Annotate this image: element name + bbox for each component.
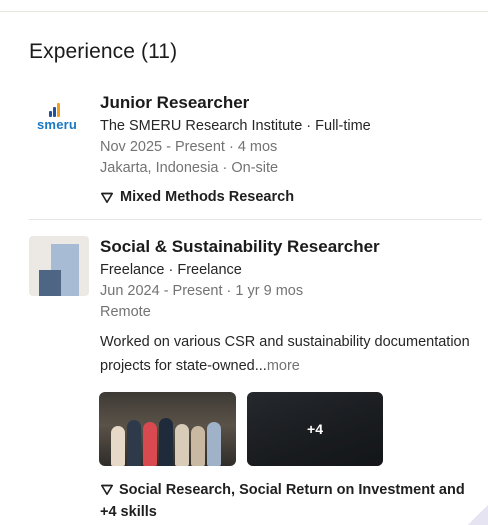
corner-decoration: [468, 505, 488, 525]
company-line: The SMERU Research Institute · Full-time: [100, 118, 371, 134]
location: Remote: [100, 304, 151, 320]
location: Jakarta, Indonesia · On-site: [100, 160, 279, 176]
date-range: Jun 2024 - Present · 1 yr 9 mos: [100, 283, 304, 299]
smeru-bars-icon: [49, 103, 63, 117]
entry-divider: [29, 219, 482, 220]
section-title: Experience (11): [29, 40, 178, 63]
experience-page: Experience (11) smeru Junior Researcher …: [0, 0, 488, 525]
smeru-logo[interactable]: smeru: [34, 103, 78, 137]
smeru-wordmark: smeru: [37, 117, 78, 132]
job-title[interactable]: Junior Researcher: [100, 93, 249, 113]
job-title[interactable]: Social & Sustainability Researcher: [100, 237, 380, 257]
date-range: Nov 2025 - Present · 4 mos: [100, 139, 278, 155]
freelance-logo[interactable]: [29, 236, 89, 296]
top-divider: [0, 0, 488, 12]
skill-diamond-icon: [100, 192, 114, 204]
skills-text: Mixed Methods Research: [120, 189, 295, 205]
skills-row[interactable]: Mixed Methods Research: [100, 189, 294, 205]
job-description: Worked on various CSR and sustainability…: [100, 330, 480, 378]
media-thumbnail[interactable]: [99, 392, 236, 466]
skills-row[interactable]: Social Research, Social Return on Invest…: [100, 479, 470, 523]
media-thumbnail-more[interactable]: +4: [247, 392, 383, 466]
skills-text: Social Research, Social Return on Invest…: [100, 482, 465, 520]
media-more-count: +4: [247, 392, 383, 466]
see-more-link[interactable]: more: [267, 358, 300, 374]
company-line: Freelance · Freelance: [100, 262, 242, 278]
skill-diamond-icon: [100, 484, 114, 496]
